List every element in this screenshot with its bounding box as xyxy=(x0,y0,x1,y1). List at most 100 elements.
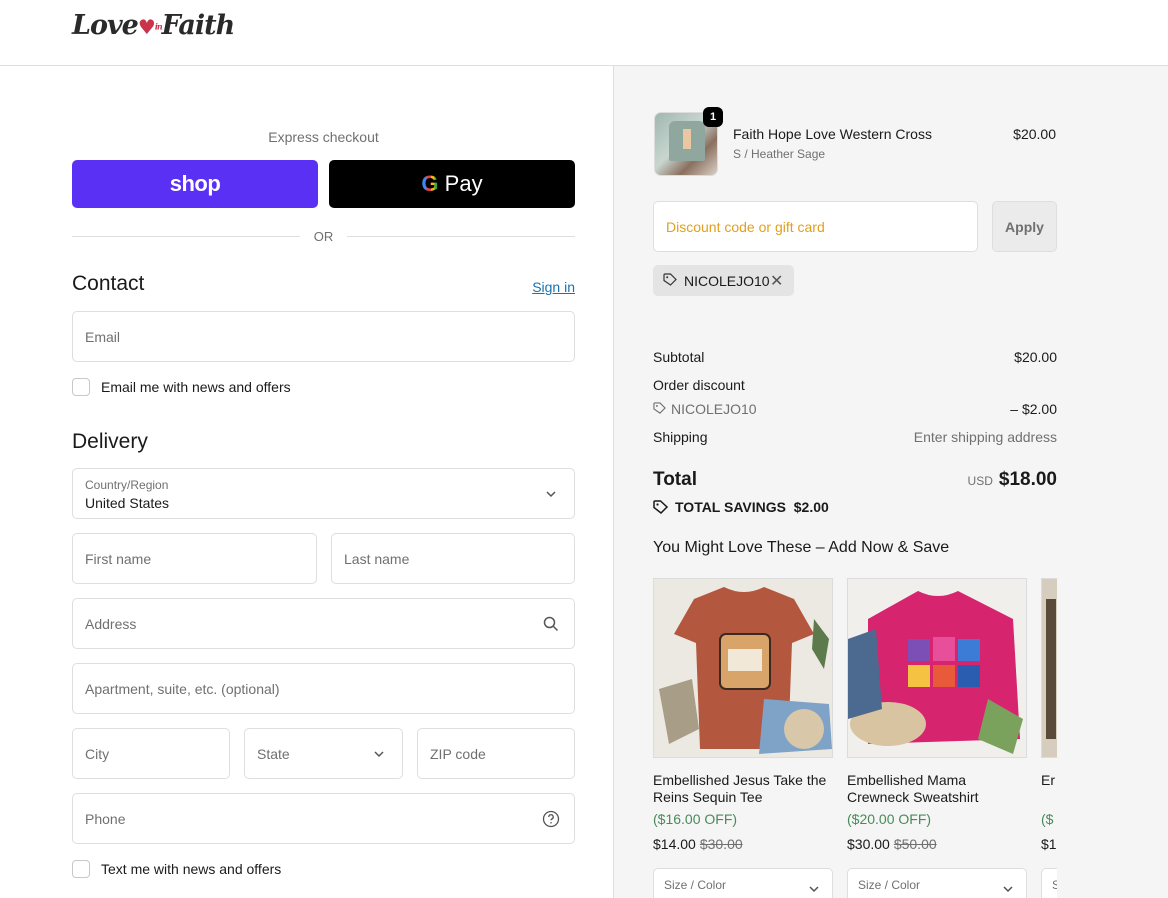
logo-text-faith: Faith xyxy=(161,10,236,41)
chevron-down-icon xyxy=(809,886,819,893)
page-header: Love♥inFaith xyxy=(0,0,1168,66)
product-photo xyxy=(848,579,1026,757)
product-old-price: $30.00 xyxy=(699,836,743,852)
country-select[interactable]: Country/Region United States xyxy=(72,468,575,519)
size-color-select[interactable]: Size / Color xyxy=(653,868,833,898)
city-field[interactable]: City xyxy=(72,728,230,779)
applied-code: NICOLEJO10 xyxy=(684,273,770,289)
shipping-label: Shipping xyxy=(653,429,708,445)
order-summary: 1 Faith Hope Love Western Cross S / Heat… xyxy=(613,66,1168,898)
sms-news-checkbox[interactable] xyxy=(72,860,90,878)
quantity-badge: 1 xyxy=(703,107,723,127)
chevron-down-icon xyxy=(374,751,384,758)
size-color-label: Size / Color xyxy=(664,878,727,892)
chevron-down-icon xyxy=(546,491,556,498)
tag-icon xyxy=(663,273,677,286)
logo-text-love: Love xyxy=(72,10,139,41)
product-name[interactable]: Er Se xyxy=(1041,772,1057,789)
item-price: $20.00 xyxy=(1013,126,1056,142)
country-label: Country/Region xyxy=(85,478,169,492)
product-discount: ($ xyxy=(1041,811,1054,827)
email-news-label: Email me with news and offers xyxy=(101,379,291,395)
email-field[interactable]: Email xyxy=(72,311,575,362)
checkout-form: Express checkout shop G Pay OR Contact S… xyxy=(0,66,613,898)
contact-title: Contact xyxy=(72,272,145,295)
address-field[interactable]: Address xyxy=(72,598,575,649)
city-placeholder: City xyxy=(85,746,110,762)
subtotal-value: $20.00 xyxy=(1014,349,1057,365)
sign-in-link[interactable]: Sign in xyxy=(532,279,575,295)
order-discount-row: Order discount xyxy=(653,377,1057,395)
size-color-select[interactable]: S xyxy=(1041,868,1057,898)
product-image[interactable] xyxy=(653,578,833,758)
subtotal-row: Subtotal $20.00 xyxy=(653,349,1057,367)
product-discount: ($20.00 OFF) xyxy=(847,811,932,827)
first-name-placeholder: First name xyxy=(85,551,152,567)
order-discount-label: Order discount xyxy=(653,377,745,393)
remove-discount-icon[interactable]: ✕ xyxy=(770,271,783,291)
shop-pay-button[interactable]: shop xyxy=(72,160,318,208)
applied-discount-chip: NICOLEJO10 ✕ xyxy=(653,265,794,296)
help-icon[interactable] xyxy=(542,810,560,828)
sms-news-label: Text me with news and offers xyxy=(101,861,282,877)
state-select[interactable]: State xyxy=(244,728,403,779)
size-color-label: Size / Color xyxy=(858,878,921,892)
brand-logo[interactable]: Love♥inFaith xyxy=(72,10,236,41)
product-old-price: $50.00 xyxy=(893,836,937,852)
apartment-placeholder: Apartment, suite, etc. (optional) xyxy=(85,681,280,697)
email-placeholder: Email xyxy=(85,329,121,345)
shipping-value: Enter shipping address xyxy=(913,429,1057,445)
savings-tag-icon xyxy=(653,500,669,514)
logo-connector: in xyxy=(154,21,163,32)
product-image[interactable] xyxy=(847,578,1027,758)
subtotal-label: Subtotal xyxy=(653,349,705,365)
heart-icon: ♥ xyxy=(137,15,156,39)
size-color-label: S xyxy=(1052,878,1057,892)
product-photo xyxy=(654,579,832,757)
tag-icon xyxy=(653,402,666,414)
currency-code: USD xyxy=(967,474,993,488)
discount-value: – $2.00 xyxy=(1010,401,1057,417)
last-name-field[interactable]: Last name xyxy=(331,533,575,584)
product-price: $14.00 xyxy=(653,836,696,852)
search-icon xyxy=(543,616,559,632)
product-photo xyxy=(1042,579,1057,757)
country-value: United States xyxy=(85,495,170,511)
phone-field[interactable]: Phone xyxy=(72,793,575,844)
email-news-checkbox[interactable] xyxy=(72,378,90,396)
product-price: $30.00 xyxy=(847,836,890,852)
discount-placeholder: Discount code or gift card xyxy=(666,219,825,235)
address-placeholder: Address xyxy=(85,616,137,632)
upsell-product-card[interactable]: Er Se ($ $1 S xyxy=(1041,578,1057,898)
shipping-row: Shipping Enter shipping address xyxy=(653,429,1057,447)
zip-field[interactable]: ZIP code xyxy=(417,728,575,779)
upsell-product-card[interactable]: Embellished Jesus Take the Reins Sequin … xyxy=(653,578,833,898)
or-divider: OR xyxy=(72,228,575,244)
state-placeholder: State xyxy=(257,746,290,762)
upsell-product-card[interactable]: Embellished Mama Crewneck Sweatshirt ($2… xyxy=(847,578,1027,898)
total-label: Total xyxy=(653,469,697,490)
or-label: OR xyxy=(313,229,334,244)
first-name-field[interactable]: First name xyxy=(72,533,317,584)
chevron-down-icon xyxy=(1003,886,1013,893)
product-price-row: $14.00 $30.00 xyxy=(653,836,743,852)
google-g-icon: G xyxy=(421,171,439,196)
zip-placeholder: ZIP code xyxy=(430,746,486,762)
express-checkout-label: Express checkout xyxy=(268,129,379,145)
size-color-select[interactable]: Size / Color xyxy=(847,868,1027,898)
product-name[interactable]: Embellished Jesus Take the Reins Sequin … xyxy=(653,772,833,806)
apartment-field[interactable]: Apartment, suite, etc. (optional) xyxy=(72,663,575,714)
product-name[interactable]: Embellished Mama Crewneck Sweatshirt xyxy=(847,772,1027,806)
product-discount: ($16.00 OFF) xyxy=(653,811,738,827)
total-value: $18.00 xyxy=(998,469,1057,490)
google-pay-button[interactable]: G Pay xyxy=(329,160,575,208)
discount-code-row: NICOLEJO10 – $2.00 xyxy=(653,401,1057,419)
gpay-label: Pay xyxy=(444,171,483,196)
delivery-title: Delivery xyxy=(72,430,148,453)
product-image[interactable] xyxy=(1041,578,1057,758)
apply-button[interactable]: Apply xyxy=(992,201,1057,252)
phone-placeholder: Phone xyxy=(85,811,126,827)
product-price-row: $30.00 $50.00 xyxy=(847,836,937,852)
item-name: Faith Hope Love Western Cross xyxy=(733,126,932,142)
discount-code-field[interactable]: Discount code or gift card xyxy=(653,201,978,252)
